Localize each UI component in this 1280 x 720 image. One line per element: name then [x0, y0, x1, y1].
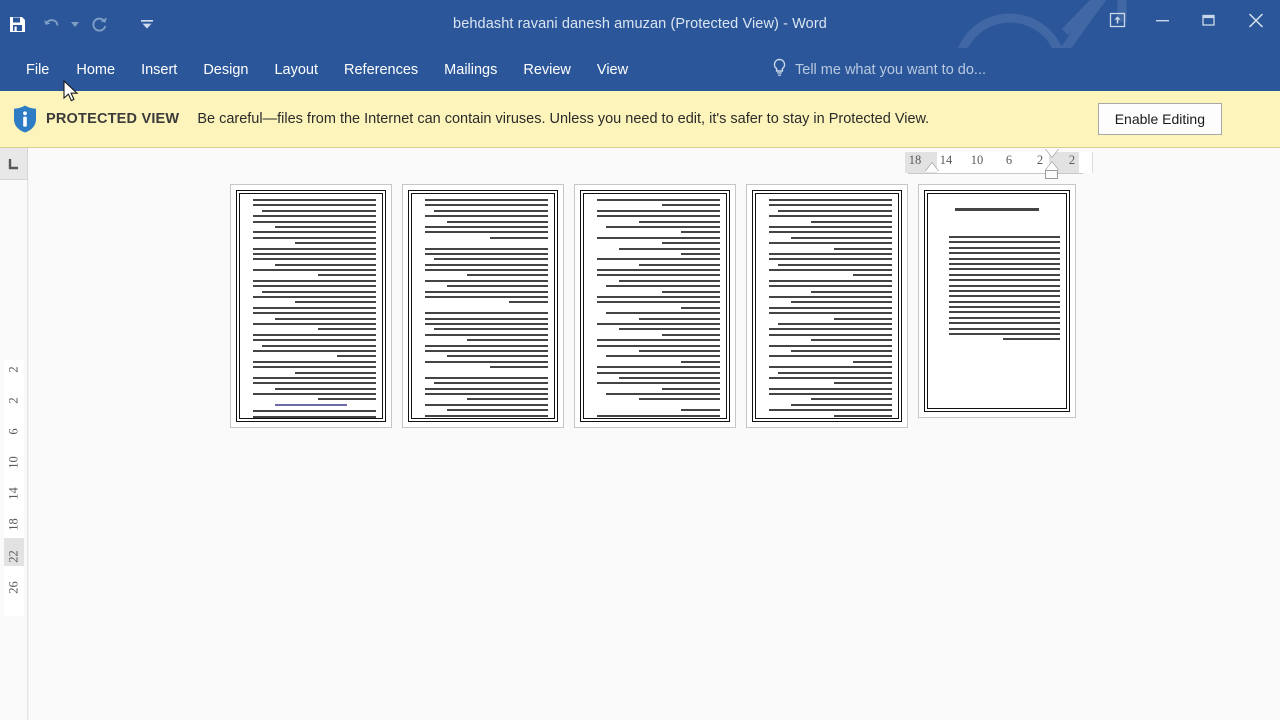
page-frame: [580, 190, 730, 422]
page-frame: [408, 190, 558, 422]
vruler-number: 26: [6, 581, 21, 594]
ruler-number: 18: [908, 153, 922, 167]
ribbon-display-options-icon[interactable]: [1094, 0, 1140, 40]
window-controls: [1094, 0, 1280, 48]
page-frame: [924, 190, 1070, 412]
vruler-number: 2: [6, 366, 21, 373]
tell-me-placeholder: Tell me what you want to do...: [795, 61, 987, 78]
save-icon[interactable]: [0, 5, 34, 43]
restore-icon[interactable]: [1186, 0, 1232, 40]
undo-dropdown-icon[interactable]: [68, 5, 82, 43]
tab-home[interactable]: Home: [63, 48, 128, 91]
vruler-number: 18: [6, 518, 21, 531]
left-indent-box-marker[interactable]: [1045, 170, 1058, 179]
tab-file[interactable]: File: [20, 48, 63, 91]
enable-editing-button[interactable]: Enable Editing: [1097, 103, 1222, 135]
first-line-indent-fill: [925, 163, 939, 172]
ribbon-tab-strip: File Home Insert Design Layout Reference…: [0, 48, 1280, 91]
tell-me-search[interactable]: Tell me what you want to do...: [772, 48, 986, 91]
document-page[interactable]: [746, 184, 908, 428]
info-shield-icon: [8, 104, 42, 134]
page-text: [246, 199, 376, 418]
ruler-number: 6: [1005, 153, 1013, 167]
page-text: [418, 199, 548, 418]
redo-icon[interactable]: [82, 5, 116, 43]
document-page[interactable]: [230, 184, 392, 428]
tab-mailings[interactable]: Mailings: [431, 48, 510, 91]
tab-references[interactable]: References: [331, 48, 431, 91]
protected-view-label: PROTECTED VIEW: [46, 111, 180, 127]
document-page[interactable]: [574, 184, 736, 428]
horizontal-ruler[interactable]: 18 14 10 6 2 2: [28, 148, 1280, 180]
page-frame: [236, 190, 386, 422]
customize-qat-icon[interactable]: [134, 5, 160, 43]
tab-design[interactable]: Design: [190, 48, 261, 91]
document-pages: [230, 184, 1076, 428]
protected-view-bar: PROTECTED VIEW Be careful—files from the…: [0, 91, 1280, 148]
lightbulb-icon: [772, 58, 787, 81]
vruler-number: 6: [6, 428, 21, 435]
ruler-number: 2: [1068, 153, 1076, 167]
page-text: [762, 199, 892, 418]
ruler-number: 10: [970, 153, 984, 167]
tab-review[interactable]: Review: [510, 48, 584, 91]
tab-insert[interactable]: Insert: [128, 48, 190, 91]
hyperlink-line[interactable]: [274, 404, 348, 407]
close-icon[interactable]: [1232, 0, 1280, 40]
right-indent-fill: [1045, 148, 1059, 157]
page-text: [590, 199, 720, 418]
vertical-ruler[interactable]: 2 2 6 10 14 18 22 26: [0, 180, 28, 720]
page-heading: [934, 208, 1060, 214]
word-window: behdasht ravani danesh amuzan (Protected…: [0, 0, 1280, 720]
window-title: behdasht ravani danesh amuzan (Protected…: [453, 16, 827, 32]
tab-layout[interactable]: Layout: [261, 48, 331, 91]
document-page[interactable]: [918, 184, 1076, 418]
tab-stop-selector[interactable]: [0, 148, 28, 180]
page-text: [934, 236, 1060, 344]
vruler-number: 10: [6, 456, 21, 469]
undo-icon[interactable]: [34, 5, 68, 43]
minimize-icon[interactable]: [1140, 0, 1186, 40]
quick-access-toolbar: [0, 0, 160, 48]
protected-view-message: Be careful—files from the Internet can c…: [197, 110, 930, 127]
vruler-number: 22: [6, 550, 21, 563]
vruler-number: 2: [6, 397, 21, 404]
tab-view[interactable]: View: [584, 48, 641, 91]
ruler-number: 14: [939, 153, 953, 167]
document-page[interactable]: [402, 184, 564, 428]
page-frame: [752, 190, 902, 422]
vruler-number: 14: [6, 487, 21, 500]
title-bar: behdasht ravani danesh amuzan (Protected…: [0, 0, 1280, 48]
ribbon-tabs: File Home Insert Design Layout Reference…: [20, 48, 641, 91]
